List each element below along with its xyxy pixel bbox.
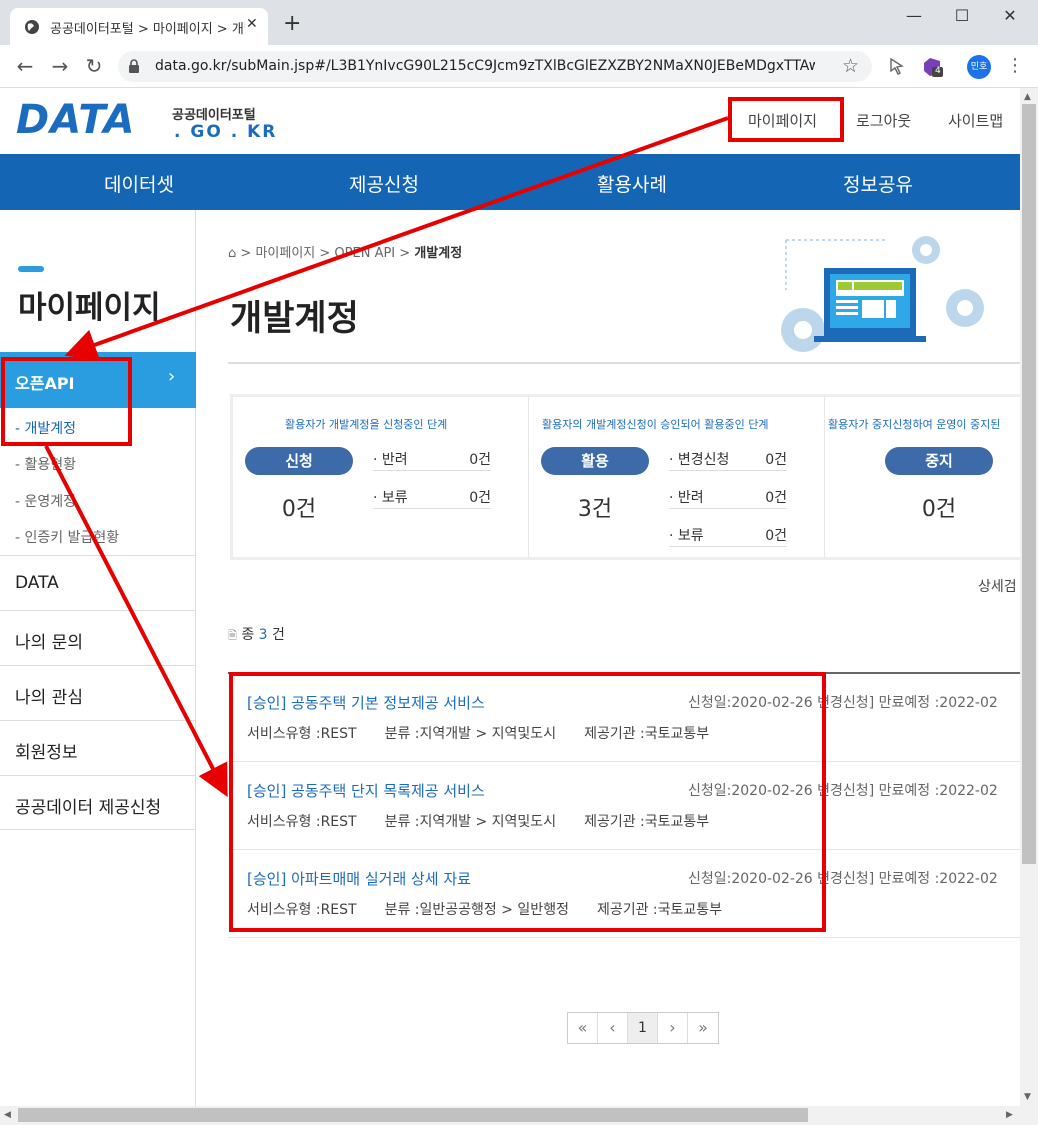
address-bar[interactable]: data.go.kr/subMain.jsp#/L3B1YnIvcG90L215… <box>118 51 872 82</box>
annotation-box-list <box>229 672 826 932</box>
bookmark-star-icon[interactable]: ☆ <box>842 55 859 77</box>
status-desc: 활용자가 중지신청하여 운영이 중지된 <box>828 418 1001 431</box>
page-number-button[interactable]: 1 <box>628 1013 658 1043</box>
status-sub-row: · 변경신청 0건 <box>669 447 787 471</box>
sidebar-item-interest[interactable]: 나의 관심 <box>0 665 196 720</box>
sidebar-sub-usage[interactable]: - 활용현황 <box>15 454 76 474</box>
browser-menu-icon[interactable]: ⋮ <box>1006 55 1024 76</box>
home-icon[interactable]: ⌂ <box>228 246 236 261</box>
gnb-item-request[interactable]: 제공신청 <box>349 170 419 197</box>
forward-icon[interactable]: → <box>48 54 72 78</box>
horizontal-scroll-thumb[interactable] <box>18 1108 808 1122</box>
scroll-right-icon[interactable]: ▶ <box>1006 1110 1013 1120</box>
logo-data-text: DATA <box>16 97 136 143</box>
tab-close-icon[interactable]: ✕ <box>246 16 258 32</box>
window-close-icon[interactable]: ✕ <box>1000 6 1020 26</box>
scroll-left-icon[interactable]: ◀ <box>4 1110 11 1120</box>
status-sub-row: · 보류 0건 <box>373 485 491 509</box>
site-logo[interactable]: DATA 공공데이터포털 . GO . KR <box>16 97 275 143</box>
sidebar-item-label: DATA <box>15 573 59 593</box>
minimize-icon[interactable]: — <box>904 6 924 26</box>
reload-icon[interactable]: ↻ <box>82 54 106 78</box>
pagination: « ‹ 1 › » <box>567 1012 719 1044</box>
document-icon: 🗎 <box>228 629 237 642</box>
sidebar-item-label: 회원정보 <box>15 743 78 763</box>
page-viewport: DATA 공공데이터포털 . GO . KR 마이페이지 로그아웃 사이트맵 데… <box>0 88 1020 1106</box>
sidebar-item-label: 나의 문의 <box>15 633 83 653</box>
util-link-sitemap[interactable]: 사이트맵 <box>948 110 1003 131</box>
status-desc: 활용자의 개발계정신청이 승인되어 활용중인 단계 <box>542 418 769 431</box>
status-col-stop: 활용자가 중지신청하여 운영이 중지된 중지 0건 <box>825 397 1020 557</box>
breadcrumb-current: 개발계정 <box>414 246 463 261</box>
status-desc: 활용자가 개발계정을 신청중인 단계 <box>285 418 448 431</box>
sidebar-item-provide-request[interactable]: 공공데이터 제공신청 <box>0 775 196 830</box>
status-pill: 활용 <box>541 447 649 475</box>
gnb-item-dataset[interactable]: 데이터셋 <box>104 170 174 197</box>
breadcrumb-item[interactable]: 마이페이지 <box>255 246 315 261</box>
tab-title: 공공데이터포털 > 마이페이지 > 개발계정 <box>50 22 245 37</box>
util-link-logout[interactable]: 로그아웃 <box>856 110 911 131</box>
annotation-box-mypage <box>728 97 844 142</box>
browser-tab[interactable]: 공공데이터포털 > 마이페이지 > 개발계정 ✕ <box>10 8 268 45</box>
logo-domain-text: . GO . KR <box>174 122 278 142</box>
status-pill: 중지 <box>885 447 993 475</box>
status-summary: 활용자가 개발계정을 신청중인 단계 신청 0건 · 반려 0건 · 보류 0건 활… <box>230 394 1020 560</box>
status-col-use: 활용자의 개발계정신청이 승인되어 활용중인 단계 활용 3건 · 변경신청 0건… <box>529 397 825 557</box>
status-col-apply: 활용자가 개발계정을 신청중인 단계 신청 0건 · 반려 0건 · 보류 0건 <box>233 397 529 557</box>
page-title: 개발계정 <box>230 299 359 339</box>
sidebar-sub-operation-account[interactable]: - 운영계정 <box>15 491 76 511</box>
last-page-button[interactable]: » <box>688 1013 718 1043</box>
lock-icon <box>129 59 139 73</box>
sidebar-title: 마이페이지 <box>18 290 161 326</box>
prev-page-button[interactable]: ‹ <box>598 1013 628 1043</box>
sidebar: 마이페이지 오픈API › - 개발계정 - 활용현황 - 운영계정 - 인증키… <box>0 210 196 1106</box>
vs-extension-icon[interactable]: 4 <box>922 56 944 78</box>
breadcrumb-item[interactable]: OPEN API <box>334 246 395 261</box>
profile-avatar[interactable]: 민호 <box>967 55 991 79</box>
status-count: 3건 <box>577 497 613 522</box>
maximize-icon[interactable]: ☐ <box>952 6 972 26</box>
status-sub-row: · 반려 0건 <box>669 485 787 509</box>
url-text: data.go.kr/subMain.jsp#/L3B1YnIvcG90L215… <box>155 58 815 74</box>
browser-titlebar: 공공데이터포털 > 마이페이지 > 개발계정 ✕ + — ☐ ✕ <box>0 0 1038 45</box>
sidebar-item-label: 공공데이터 제공신청 <box>15 798 162 818</box>
gnb-item-info[interactable]: 정보공유 <box>843 170 913 197</box>
browser-toolbar: ← → ↻ data.go.kr/subMain.jsp#/L3B1YnIvcG… <box>0 45 1038 88</box>
title-divider <box>228 362 1020 364</box>
total-count: 🗎 종 3 건 <box>228 627 285 643</box>
back-icon[interactable]: ← <box>13 54 37 78</box>
global-nav: 데이터셋 제공신청 활용사례 정보공유 <box>0 154 1020 210</box>
extension-badge: 4 <box>935 66 941 76</box>
scroll-up-icon[interactable]: ▲ <box>1024 92 1031 102</box>
status-sub-row: · 보류 0건 <box>669 523 787 547</box>
gnb-item-cases[interactable]: 활용사례 <box>597 170 667 197</box>
globe-icon <box>25 20 39 34</box>
status-count: 0건 <box>921 497 957 522</box>
detail-search-link[interactable]: 상세검 <box>978 576 1017 596</box>
sidebar-sub-auth-key[interactable]: - 인증키 발급현황 <box>15 527 119 547</box>
first-page-button[interactable]: « <box>568 1013 598 1043</box>
logo-korean-text: 공공데이터포털 <box>172 108 256 123</box>
extension-icon[interactable] <box>888 56 908 76</box>
annotation-box-openapi <box>1 357 132 446</box>
sidebar-item-member[interactable]: 회원정보 <box>0 720 196 775</box>
vertical-scroll-thumb[interactable] <box>1022 104 1036 864</box>
sidebar-accent-bar <box>18 266 44 272</box>
status-pill: 신청 <box>245 447 353 475</box>
breadcrumb: ⌂ > 마이페이지 > OPEN API > 개발계정 <box>228 246 463 261</box>
status-count: 0건 <box>281 497 317 522</box>
sidebar-item-label: 나의 관심 <box>15 688 83 708</box>
developer-illustration <box>781 236 984 352</box>
scroll-down-icon[interactable]: ▼ <box>1024 1092 1031 1102</box>
sidebar-item-data[interactable]: DATA <box>0 555 196 610</box>
sidebar-item-inquiry[interactable]: 나의 문의 <box>0 610 196 665</box>
chevron-right-icon: › <box>168 366 176 387</box>
status-sub-row: · 반려 0건 <box>373 447 491 471</box>
next-page-button[interactable]: › <box>658 1013 688 1043</box>
new-tab-icon[interactable]: + <box>283 13 301 35</box>
